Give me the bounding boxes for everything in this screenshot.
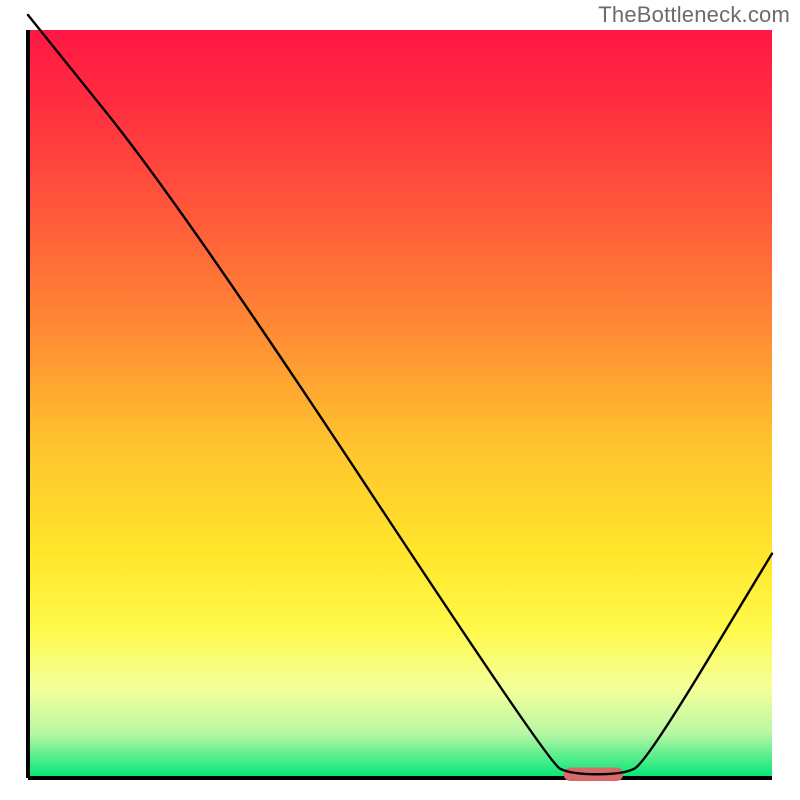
bottleneck-chart: [0, 0, 800, 800]
chart-container: TheBottleneck.com: [0, 0, 800, 800]
gradient-background: [28, 30, 772, 778]
watermark-label: TheBottleneck.com: [598, 2, 790, 28]
plot-area: [28, 15, 772, 781]
